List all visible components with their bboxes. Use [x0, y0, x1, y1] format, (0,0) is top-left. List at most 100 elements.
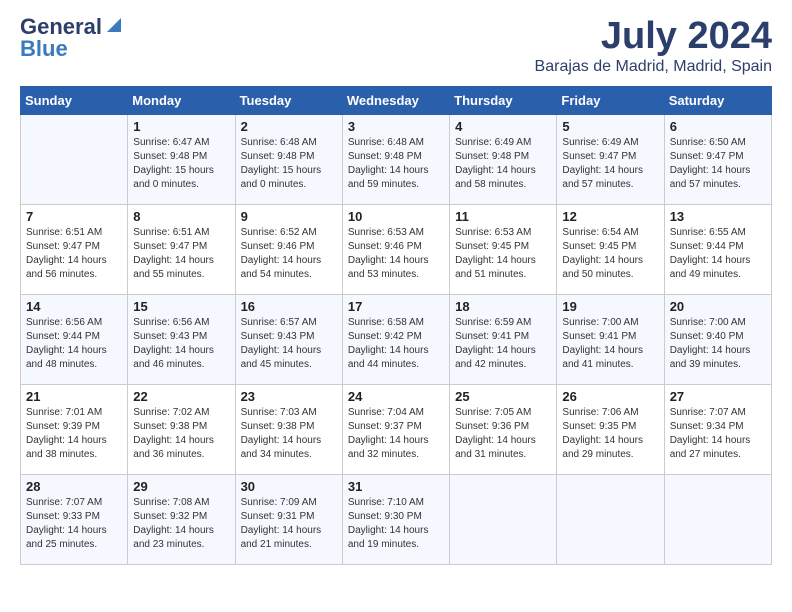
day-header-thursday: Thursday [450, 86, 557, 114]
day-info: Sunrise: 7:02 AM Sunset: 9:38 PM Dayligh… [133, 406, 229, 462]
day-info: Sunrise: 6:56 AM Sunset: 9:43 PM Dayligh… [133, 316, 229, 372]
calendar-week-row: 21 Sunrise: 7:01 AM Sunset: 9:39 PM Dayli… [21, 384, 772, 474]
calendar-cell: 14 Sunrise: 6:56 AM Sunset: 9:44 PM Dayli… [21, 294, 128, 384]
day-info: Sunrise: 7:00 AM Sunset: 9:41 PM Dayligh… [562, 316, 658, 372]
day-info: Sunrise: 6:53 AM Sunset: 9:45 PM Dayligh… [455, 226, 551, 282]
day-info: Sunrise: 7:08 AM Sunset: 9:32 PM Dayligh… [133, 496, 229, 552]
day-info: Sunrise: 6:52 AM Sunset: 9:46 PM Dayligh… [241, 226, 337, 282]
day-header-friday: Friday [557, 86, 664, 114]
day-number: 2 [241, 119, 337, 134]
title-area: July 2024 Barajas de Madrid, Madrid, Spa… [535, 16, 772, 76]
day-info: Sunrise: 6:57 AM Sunset: 9:43 PM Dayligh… [241, 316, 337, 372]
day-number: 10 [348, 209, 444, 224]
day-info: Sunrise: 6:53 AM Sunset: 9:46 PM Dayligh… [348, 226, 444, 282]
day-header-tuesday: Tuesday [235, 86, 342, 114]
calendar-cell: 25 Sunrise: 7:05 AM Sunset: 9:36 PM Dayli… [450, 384, 557, 474]
day-number: 16 [241, 299, 337, 314]
day-number: 1 [133, 119, 229, 134]
day-info: Sunrise: 6:49 AM Sunset: 9:48 PM Dayligh… [455, 136, 551, 192]
day-number: 28 [26, 479, 122, 494]
calendar-cell: 16 Sunrise: 6:57 AM Sunset: 9:43 PM Dayli… [235, 294, 342, 384]
calendar-cell: 21 Sunrise: 7:01 AM Sunset: 9:39 PM Dayli… [21, 384, 128, 474]
calendar-cell [664, 474, 771, 564]
logo: General Blue [20, 16, 121, 60]
day-info: Sunrise: 7:01 AM Sunset: 9:39 PM Dayligh… [26, 406, 122, 462]
calendar-table: SundayMondayTuesdayWednesdayThursdayFrid… [20, 86, 772, 565]
day-info: Sunrise: 6:55 AM Sunset: 9:44 PM Dayligh… [670, 226, 766, 282]
day-number: 25 [455, 389, 551, 404]
day-number: 4 [455, 119, 551, 134]
day-header-monday: Monday [128, 86, 235, 114]
day-info: Sunrise: 6:59 AM Sunset: 9:41 PM Dayligh… [455, 316, 551, 372]
day-number: 23 [241, 389, 337, 404]
subtitle: Barajas de Madrid, Madrid, Spain [535, 58, 772, 76]
calendar-cell: 17 Sunrise: 6:58 AM Sunset: 9:42 PM Dayli… [342, 294, 449, 384]
day-number: 18 [455, 299, 551, 314]
day-number: 14 [26, 299, 122, 314]
calendar-cell: 6Sunrise: 6:50 AM Sunset: 9:47 PM Daylig… [664, 114, 771, 204]
calendar-cell: 26 Sunrise: 7:06 AM Sunset: 9:35 PM Dayli… [557, 384, 664, 474]
day-info: Sunrise: 6:58 AM Sunset: 9:42 PM Dayligh… [348, 316, 444, 372]
calendar-cell: 19 Sunrise: 7:00 AM Sunset: 9:41 PM Dayli… [557, 294, 664, 384]
day-info: Sunrise: 7:06 AM Sunset: 9:35 PM Dayligh… [562, 406, 658, 462]
day-number: 24 [348, 389, 444, 404]
day-number: 7 [26, 209, 122, 224]
calendar-cell: 9 Sunrise: 6:52 AM Sunset: 9:46 PM Daylig… [235, 204, 342, 294]
day-number: 3 [348, 119, 444, 134]
calendar-cell: 28 Sunrise: 7:07 AM Sunset: 9:33 PM Dayli… [21, 474, 128, 564]
calendar-cell [450, 474, 557, 564]
day-number: 15 [133, 299, 229, 314]
day-number: 12 [562, 209, 658, 224]
day-info: Sunrise: 7:03 AM Sunset: 9:38 PM Dayligh… [241, 406, 337, 462]
calendar-cell: 5 Sunrise: 6:49 AM Sunset: 9:47 PM Daylig… [557, 114, 664, 204]
calendar-cell: 2Sunrise: 6:48 AM Sunset: 9:48 PM Daylig… [235, 114, 342, 204]
calendar-week-row: 1Sunrise: 6:47 AM Sunset: 9:48 PM Daylig… [21, 114, 772, 204]
day-info: Sunrise: 7:10 AM Sunset: 9:30 PM Dayligh… [348, 496, 444, 552]
header: General Blue July 2024 Barajas de Madrid… [20, 16, 772, 76]
calendar-cell: 12 Sunrise: 6:54 AM Sunset: 9:45 PM Dayli… [557, 204, 664, 294]
day-info: Sunrise: 6:51 AM Sunset: 9:47 PM Dayligh… [133, 226, 229, 282]
calendar-cell: 30Sunrise: 7:09 AM Sunset: 9:31 PM Dayli… [235, 474, 342, 564]
calendar-cell: 18 Sunrise: 6:59 AM Sunset: 9:41 PM Dayli… [450, 294, 557, 384]
day-number: 8 [133, 209, 229, 224]
calendar-week-row: 7 Sunrise: 6:51 AM Sunset: 9:47 PM Daylig… [21, 204, 772, 294]
day-header-wednesday: Wednesday [342, 86, 449, 114]
day-info: Sunrise: 7:04 AM Sunset: 9:37 PM Dayligh… [348, 406, 444, 462]
calendar-cell: 11Sunrise: 6:53 AM Sunset: 9:45 PM Dayli… [450, 204, 557, 294]
day-number: 26 [562, 389, 658, 404]
day-number: 9 [241, 209, 337, 224]
day-number: 27 [670, 389, 766, 404]
calendar-cell [21, 114, 128, 204]
day-number: 20 [670, 299, 766, 314]
calendar-cell: 27 Sunrise: 7:07 AM Sunset: 9:34 PM Dayli… [664, 384, 771, 474]
calendar-cell: 23 Sunrise: 7:03 AM Sunset: 9:38 PM Dayli… [235, 384, 342, 474]
day-number: 21 [26, 389, 122, 404]
day-number: 31 [348, 479, 444, 494]
day-info: Sunrise: 6:49 AM Sunset: 9:47 PM Dayligh… [562, 136, 658, 192]
calendar-week-row: 14 Sunrise: 6:56 AM Sunset: 9:44 PM Dayli… [21, 294, 772, 384]
calendar-cell: 8 Sunrise: 6:51 AM Sunset: 9:47 PM Daylig… [128, 204, 235, 294]
day-number: 5 [562, 119, 658, 134]
day-number: 17 [348, 299, 444, 314]
calendar-cell: 20Sunrise: 7:00 AM Sunset: 9:40 PM Dayli… [664, 294, 771, 384]
day-info: Sunrise: 7:05 AM Sunset: 9:36 PM Dayligh… [455, 406, 551, 462]
day-info: Sunrise: 6:51 AM Sunset: 9:47 PM Dayligh… [26, 226, 122, 282]
day-number: 30 [241, 479, 337, 494]
day-number: 22 [133, 389, 229, 404]
day-info: Sunrise: 6:54 AM Sunset: 9:45 PM Dayligh… [562, 226, 658, 282]
day-info: Sunrise: 7:07 AM Sunset: 9:33 PM Dayligh… [26, 496, 122, 552]
logo-blue-text: Blue [20, 38, 68, 60]
day-number: 13 [670, 209, 766, 224]
calendar-cell: 29Sunrise: 7:08 AM Sunset: 9:32 PM Dayli… [128, 474, 235, 564]
calendar-cell: 1Sunrise: 6:47 AM Sunset: 9:48 PM Daylig… [128, 114, 235, 204]
calendar-cell: 7 Sunrise: 6:51 AM Sunset: 9:47 PM Daylig… [21, 204, 128, 294]
calendar-cell: 22 Sunrise: 7:02 AM Sunset: 9:38 PM Dayli… [128, 384, 235, 474]
calendar-cell: 31 Sunrise: 7:10 AM Sunset: 9:30 PM Dayli… [342, 474, 449, 564]
day-info: Sunrise: 6:56 AM Sunset: 9:44 PM Dayligh… [26, 316, 122, 372]
day-number: 6 [670, 119, 766, 134]
day-info: Sunrise: 7:07 AM Sunset: 9:34 PM Dayligh… [670, 406, 766, 462]
calendar-header-row: SundayMondayTuesdayWednesdayThursdayFrid… [21, 86, 772, 114]
calendar-cell: 4 Sunrise: 6:49 AM Sunset: 9:48 PM Daylig… [450, 114, 557, 204]
day-number: 19 [562, 299, 658, 314]
calendar-cell: 10 Sunrise: 6:53 AM Sunset: 9:46 PM Dayli… [342, 204, 449, 294]
